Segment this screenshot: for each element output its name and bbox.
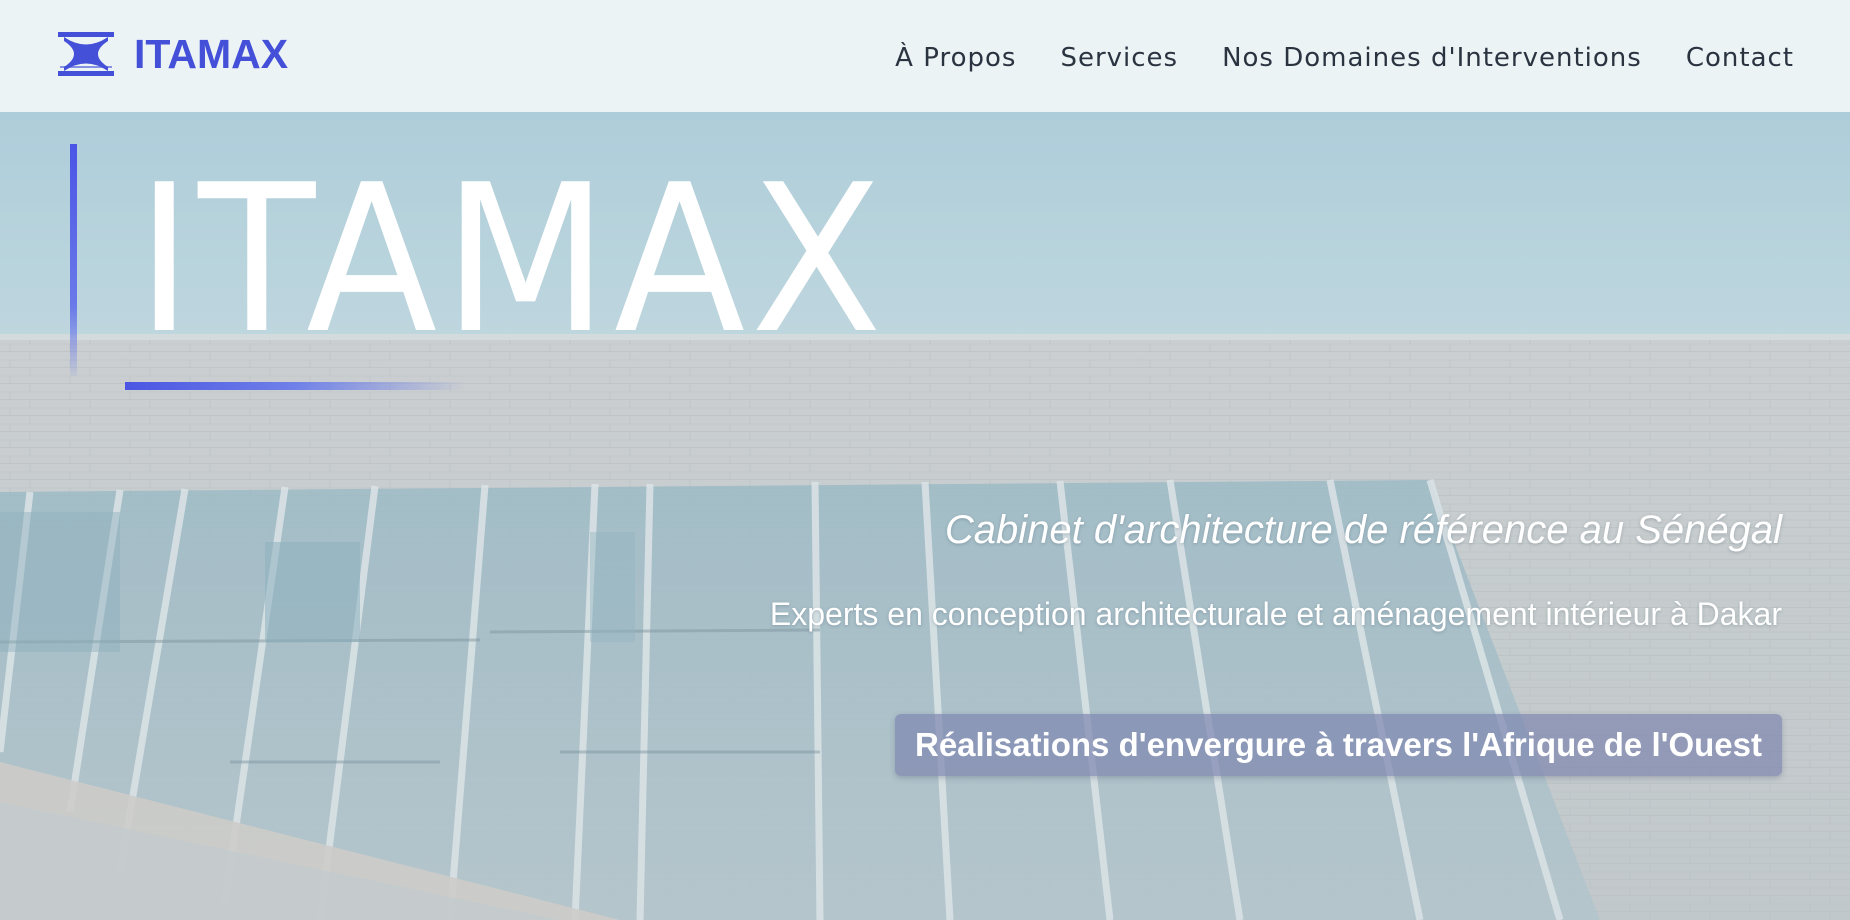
hero-badge: Réalisations d'envergure à travers l'Afr… — [895, 714, 1782, 776]
logo-text: ITAMAX — [134, 31, 289, 77]
hero-section: ITAMAX Cabinet d'architecture de référen… — [0, 112, 1850, 920]
hero-tagline: Cabinet d'architecture de référence au S… — [944, 508, 1782, 552]
itamax-logo-icon — [58, 32, 114, 76]
hero-subtitle: Experts en conception architecturale et … — [769, 596, 1782, 632]
nav-about[interactable]: À Propos — [895, 38, 1016, 78]
logo[interactable]: ITAMAX — [58, 32, 288, 76]
site-header: ITAMAX À Propos Services Nos Domaines d'… — [0, 0, 1850, 112]
main-nav: À Propos Services Nos Domaines d'Interve… — [895, 38, 1794, 78]
nav-domains[interactable]: Nos Domaines d'Interventions — [1222, 38, 1642, 78]
accent-vertical-line — [70, 144, 77, 376]
nav-contact[interactable]: Contact — [1686, 38, 1794, 78]
nav-services[interactable]: Services — [1060, 38, 1178, 78]
hero-title: ITAMAX — [136, 142, 888, 379]
accent-horizontal-line — [125, 382, 465, 390]
